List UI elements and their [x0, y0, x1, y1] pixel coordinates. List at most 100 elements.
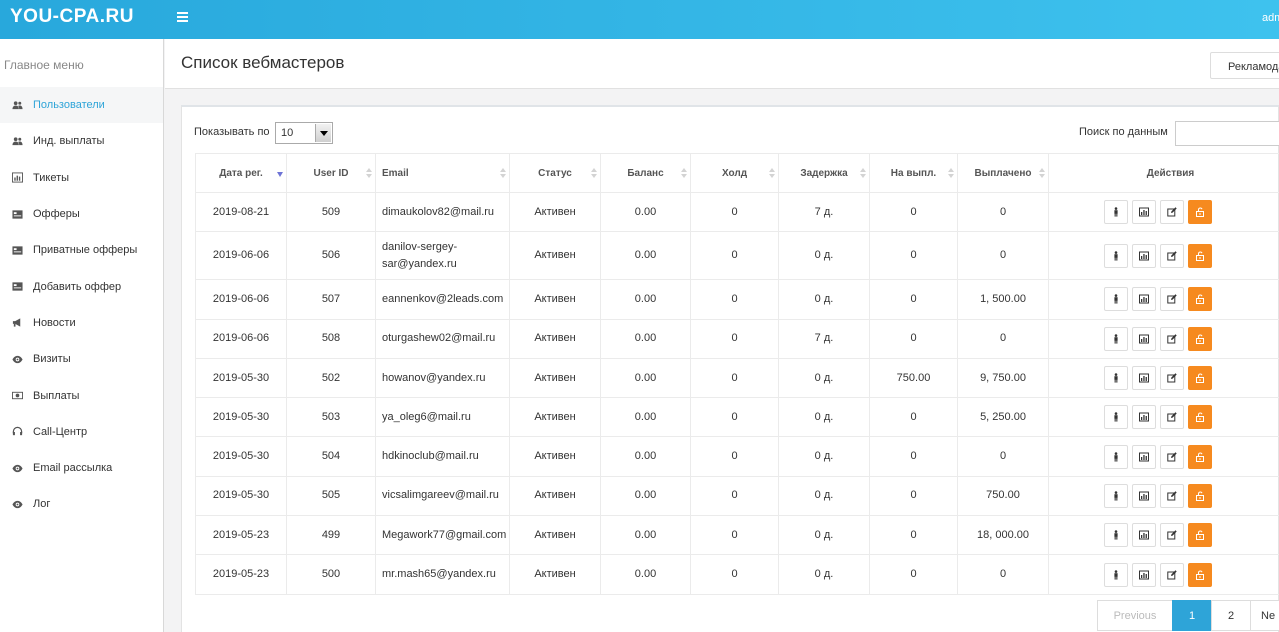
- table-cell: 2019-05-30: [195, 475, 287, 517]
- sort-icon[interactable]: [500, 168, 506, 179]
- login-as-user-button[interactable]: [1103, 326, 1128, 351]
- column-header-1[interactable]: User ID: [286, 153, 376, 193]
- unlock-button[interactable]: [1187, 405, 1212, 430]
- edit-button[interactable]: [1159, 444, 1184, 469]
- pagination-next[interactable]: Ne: [1250, 600, 1279, 631]
- statistics-button[interactable]: [1131, 523, 1156, 548]
- table-cell: Активен: [509, 515, 601, 556]
- user-menu[interactable]: adm: [1262, 12, 1279, 24]
- sort-icon[interactable]: [860, 168, 866, 179]
- sidebar-item-0[interactable]: Пользователи: [0, 87, 163, 124]
- unlock-button[interactable]: [1187, 287, 1212, 312]
- users-icon: [11, 99, 23, 111]
- table-cell: Активен: [509, 191, 601, 233]
- column-header-5[interactable]: Холд: [690, 153, 779, 193]
- sort-icon[interactable]: [591, 168, 597, 179]
- table-cell: Megawork77@gmail.com: [375, 515, 510, 556]
- card-icon: [11, 208, 23, 220]
- actions-cell: [1048, 475, 1279, 517]
- sidebar-item-1[interactable]: Инд. выплаты: [0, 123, 163, 159]
- pagination-page-1[interactable]: 1: [1172, 600, 1212, 631]
- table-cell: 2019-05-23: [195, 554, 287, 595]
- sidebar-item-3[interactable]: Офферы: [0, 196, 163, 232]
- edit-button[interactable]: [1159, 366, 1184, 391]
- table-header-row: Дата рег. User ID Email Статус Баланс Холд Зад…: [195, 153, 1279, 193]
- statistics-button[interactable]: [1131, 444, 1156, 469]
- page-size-select[interactable]: 10: [275, 122, 333, 144]
- login-as-user-button[interactable]: [1103, 523, 1128, 548]
- edit-button[interactable]: [1159, 243, 1184, 268]
- menu-toggle-icon[interactable]: [177, 12, 188, 22]
- edit-button[interactable]: [1159, 326, 1184, 351]
- sidebar-item-4[interactable]: Приватные офферы: [0, 232, 163, 268]
- column-header-6[interactable]: Задержка: [778, 153, 870, 193]
- sidebar-item-2[interactable]: Тикеты: [0, 160, 163, 196]
- edit-button[interactable]: [1159, 287, 1184, 312]
- sidebar-item-10[interactable]: Email рассылка: [0, 450, 163, 486]
- unlock-button[interactable]: [1187, 483, 1212, 508]
- chevron-down-icon[interactable]: [315, 124, 331, 142]
- search-input[interactable]: [1175, 121, 1279, 146]
- edit-button[interactable]: [1159, 200, 1184, 225]
- column-header-4[interactable]: Баланс: [600, 153, 691, 193]
- login-as-user-button[interactable]: [1103, 287, 1128, 312]
- login-as-user-button[interactable]: [1103, 243, 1128, 268]
- actions-cell: [1048, 436, 1279, 477]
- edit-button[interactable]: [1159, 523, 1184, 548]
- logo[interactable]: YOU-CPA.RU: [10, 6, 134, 28]
- edit-button[interactable]: [1159, 483, 1184, 508]
- sidebar-item-7[interactable]: Визиты: [0, 341, 163, 377]
- sort-icon[interactable]: [681, 168, 687, 179]
- sidebar-item-9[interactable]: Call-Центр: [0, 414, 163, 450]
- login-as-user-button[interactable]: [1103, 405, 1128, 430]
- table-cell: 0: [690, 231, 779, 281]
- login-as-user-button[interactable]: [1103, 366, 1128, 391]
- statistics-button[interactable]: [1131, 287, 1156, 312]
- column-header-8[interactable]: Выплачено: [957, 153, 1049, 193]
- sidebar-item-8[interactable]: Выплаты: [0, 377, 163, 413]
- statistics-button[interactable]: [1131, 562, 1156, 587]
- login-as-user-button[interactable]: [1103, 483, 1128, 508]
- unlock-icon: [1195, 412, 1205, 423]
- unlock-button[interactable]: [1187, 326, 1212, 351]
- statistics-icon: [1138, 251, 1149, 261]
- sort-icon[interactable]: [277, 168, 283, 179]
- statistics-button[interactable]: [1131, 483, 1156, 508]
- unlock-button[interactable]: [1187, 444, 1212, 469]
- pagination-previous[interactable]: Previous: [1097, 600, 1173, 631]
- sidebar: Главное меню Пользователи Инд. выплаты Тик…: [0, 39, 164, 632]
- column-header-3[interactable]: Статус: [509, 153, 601, 193]
- sidebar-item-6[interactable]: Новости: [0, 305, 163, 341]
- unlock-button[interactable]: [1187, 523, 1212, 548]
- edit-icon: [1166, 451, 1177, 462]
- login-as-user-icon: [1111, 334, 1121, 344]
- sidebar-item-5[interactable]: Добавить оффер: [0, 268, 163, 304]
- unlock-button[interactable]: [1187, 243, 1212, 268]
- unlock-icon: [1195, 373, 1205, 384]
- statistics-button[interactable]: [1131, 405, 1156, 430]
- login-as-user-button[interactable]: [1103, 562, 1128, 587]
- unlock-button[interactable]: [1187, 562, 1212, 587]
- pagination-page-2[interactable]: 2: [1211, 600, 1251, 631]
- login-as-user-icon: [1111, 207, 1121, 217]
- statistics-button[interactable]: [1131, 366, 1156, 391]
- unlock-button[interactable]: [1187, 200, 1212, 225]
- sort-icon[interactable]: [1039, 168, 1045, 179]
- login-as-user-button[interactable]: [1103, 444, 1128, 469]
- unlock-button[interactable]: [1187, 366, 1212, 391]
- advertisers-button[interactable]: Рекламода: [1210, 52, 1279, 79]
- statistics-button[interactable]: [1131, 326, 1156, 351]
- edit-button[interactable]: [1159, 562, 1184, 587]
- sidebar-item-11[interactable]: Лог: [0, 486, 163, 522]
- column-header-0[interactable]: Дата рег.: [195, 153, 287, 193]
- statistics-button[interactable]: [1131, 200, 1156, 225]
- login-as-user-button[interactable]: [1103, 200, 1128, 225]
- statistics-button[interactable]: [1131, 243, 1156, 268]
- sort-icon[interactable]: [769, 168, 775, 179]
- column-header-2[interactable]: Email: [375, 153, 510, 193]
- edit-button[interactable]: [1159, 405, 1184, 430]
- table-cell: 0 д.: [778, 515, 870, 556]
- sort-icon[interactable]: [366, 168, 372, 179]
- column-header-7[interactable]: На выпл.: [869, 153, 958, 193]
- sort-icon[interactable]: [948, 168, 954, 179]
